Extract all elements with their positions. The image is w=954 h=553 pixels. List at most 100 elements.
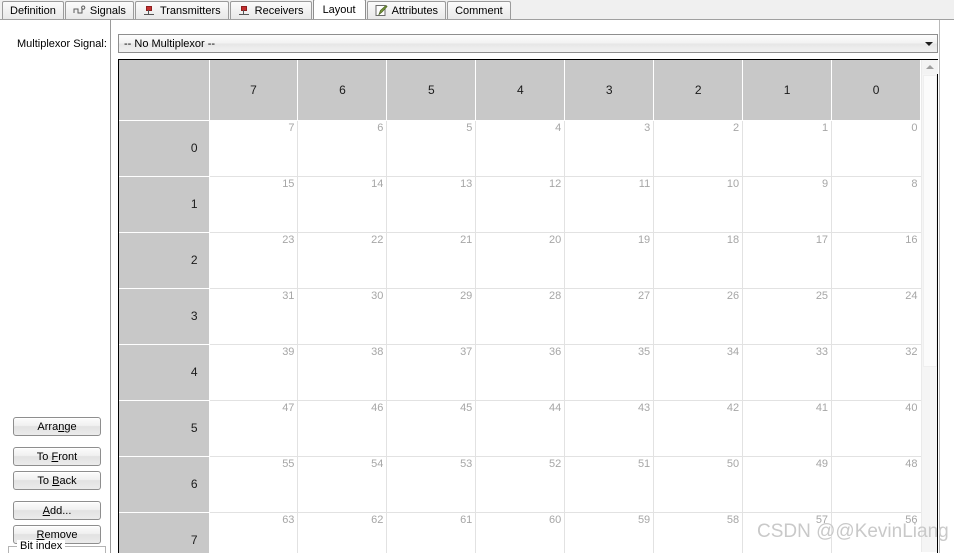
bit-cell-28[interactable]: 28 bbox=[475, 288, 566, 345]
bit-cell-8[interactable]: 8 bbox=[831, 176, 921, 233]
bit-cell-46[interactable]: 46 bbox=[297, 400, 388, 457]
tab-signals[interactable]: Signals bbox=[64, 1, 134, 19]
bit-cell-52[interactable]: 52 bbox=[475, 456, 566, 513]
bit-layout-grid[interactable]: 7 6 5 4 3 2 1 0 0 7 6 5 4 3 2 1 0 1 15 14 13 12 11 10 9 8… bbox=[118, 59, 938, 553]
add-button[interactable]: Add... bbox=[13, 501, 101, 520]
bit-cell-47[interactable]: 47 bbox=[209, 400, 299, 457]
tab-receivers[interactable]: Receivers bbox=[229, 1, 312, 19]
bit-cell-29[interactable]: 29 bbox=[386, 288, 477, 345]
bit-cell-18[interactable]: 18 bbox=[653, 232, 744, 289]
bit-cell-37[interactable]: 37 bbox=[386, 344, 477, 401]
bit-cell-56[interactable]: 56 bbox=[831, 512, 921, 553]
bit-cell-26[interactable]: 26 bbox=[653, 288, 744, 345]
bit-cell-62[interactable]: 62 bbox=[297, 512, 388, 553]
bit-cell-32[interactable]: 32 bbox=[831, 344, 921, 401]
row-header-5[interactable]: 5 bbox=[119, 400, 210, 457]
bit-cell-15[interactable]: 15 bbox=[209, 176, 299, 233]
bit-cell-3[interactable]: 3 bbox=[564, 120, 655, 177]
bit-cell-14[interactable]: 14 bbox=[297, 176, 388, 233]
bit-cell-42[interactable]: 42 bbox=[653, 400, 744, 457]
row-header-0[interactable]: 0 bbox=[119, 120, 210, 177]
bit-cell-33[interactable]: 33 bbox=[742, 344, 833, 401]
to-back-button[interactable]: To Back bbox=[13, 471, 101, 490]
pencil-note-icon bbox=[375, 4, 388, 17]
column-header-4[interactable]: 4 bbox=[475, 60, 566, 121]
column-header-0[interactable]: 0 bbox=[831, 60, 921, 121]
bit-cell-35[interactable]: 35 bbox=[564, 344, 655, 401]
bit-cell-4[interactable]: 4 bbox=[475, 120, 566, 177]
bit-cell-43[interactable]: 43 bbox=[564, 400, 655, 457]
bit-cell-44[interactable]: 44 bbox=[475, 400, 566, 457]
bit-cell-12[interactable]: 12 bbox=[475, 176, 566, 233]
bit-cell-19[interactable]: 19 bbox=[564, 232, 655, 289]
column-header-2[interactable]: 2 bbox=[653, 60, 744, 121]
bit-cell-9[interactable]: 9 bbox=[742, 176, 833, 233]
chevron-down-icon[interactable] bbox=[921, 35, 937, 52]
bit-cell-13[interactable]: 13 bbox=[386, 176, 477, 233]
bit-cell-17[interactable]: 17 bbox=[742, 232, 833, 289]
bit-cell-45[interactable]: 45 bbox=[386, 400, 477, 457]
bit-cell-22[interactable]: 22 bbox=[297, 232, 388, 289]
bit-cell-60[interactable]: 60 bbox=[475, 512, 566, 553]
bit-cell-51[interactable]: 51 bbox=[564, 456, 655, 513]
bit-cell-48[interactable]: 48 bbox=[831, 456, 921, 513]
bit-cell-39[interactable]: 39 bbox=[209, 344, 299, 401]
column-header-6[interactable]: 6 bbox=[297, 60, 388, 121]
bit-cell-63[interactable]: 63 bbox=[209, 512, 299, 553]
multiplexor-signal-combobox[interactable]: -- No Multiplexor -- bbox=[118, 34, 938, 53]
bit-cell-20[interactable]: 20 bbox=[475, 232, 566, 289]
grid-vertical-scrollbar[interactable] bbox=[921, 60, 938, 552]
arrange-button[interactable]: Arrange bbox=[13, 417, 101, 436]
row-header-2[interactable]: 2 bbox=[119, 232, 210, 289]
tab-definition[interactable]: Definition bbox=[2, 1, 64, 19]
bit-cell-41[interactable]: 41 bbox=[742, 400, 833, 457]
table-row: 6 55 54 53 52 51 50 49 48 bbox=[119, 456, 921, 513]
bit-cell-11[interactable]: 11 bbox=[564, 176, 655, 233]
row-header-4[interactable]: 4 bbox=[119, 344, 210, 401]
bit-cell-53[interactable]: 53 bbox=[386, 456, 477, 513]
bit-cell-36[interactable]: 36 bbox=[475, 344, 566, 401]
bit-cell-50[interactable]: 50 bbox=[653, 456, 744, 513]
bit-cell-57[interactable]: 57 bbox=[742, 512, 833, 553]
bit-cell-30[interactable]: 30 bbox=[297, 288, 388, 345]
to-front-button[interactable]: To Front bbox=[13, 447, 101, 466]
column-header-7[interactable]: 7 bbox=[209, 60, 299, 121]
column-header-3[interactable]: 3 bbox=[564, 60, 655, 121]
bit-cell-23[interactable]: 23 bbox=[209, 232, 299, 289]
bit-cell-31[interactable]: 31 bbox=[209, 288, 299, 345]
bit-cell-25[interactable]: 25 bbox=[742, 288, 833, 345]
tab-layout[interactable]: Layout bbox=[312, 0, 366, 19]
column-header-1[interactable]: 1 bbox=[742, 60, 833, 121]
bit-cell-1[interactable]: 1 bbox=[742, 120, 833, 177]
bit-cell-59[interactable]: 59 bbox=[564, 512, 655, 553]
bit-cell-38[interactable]: 38 bbox=[297, 344, 388, 401]
bit-cell-2[interactable]: 2 bbox=[653, 120, 744, 177]
bit-cell-10[interactable]: 10 bbox=[653, 176, 744, 233]
bit-index-groupbox: Bit index bbox=[8, 540, 106, 553]
bit-cell-55[interactable]: 55 bbox=[209, 456, 299, 513]
bit-cell-16[interactable]: 16 bbox=[831, 232, 921, 289]
bit-cell-27[interactable]: 27 bbox=[564, 288, 655, 345]
row-header-6[interactable]: 6 bbox=[119, 456, 210, 513]
row-header-7[interactable]: 7 bbox=[119, 512, 210, 553]
bit-cell-34[interactable]: 34 bbox=[653, 344, 744, 401]
row-header-1[interactable]: 1 bbox=[119, 176, 210, 233]
tab-attributes[interactable]: Attributes bbox=[366, 1, 447, 19]
scrollbar-thumb[interactable] bbox=[923, 75, 937, 367]
bit-cell-6[interactable]: 6 bbox=[297, 120, 388, 177]
scroll-up-button[interactable] bbox=[922, 60, 938, 74]
bit-cell-21[interactable]: 21 bbox=[386, 232, 477, 289]
bit-cell-40[interactable]: 40 bbox=[831, 400, 921, 457]
tab-comment[interactable]: Comment bbox=[447, 1, 511, 19]
bit-cell-5[interactable]: 5 bbox=[386, 120, 477, 177]
tab-transmitters[interactable]: Transmitters bbox=[134, 1, 229, 19]
bit-cell-61[interactable]: 61 bbox=[386, 512, 477, 553]
bit-cell-0[interactable]: 0 bbox=[831, 120, 921, 177]
bit-cell-49[interactable]: 49 bbox=[742, 456, 833, 513]
bit-cell-58[interactable]: 58 bbox=[653, 512, 744, 553]
row-header-3[interactable]: 3 bbox=[119, 288, 210, 345]
column-header-5[interactable]: 5 bbox=[386, 60, 477, 121]
bit-cell-54[interactable]: 54 bbox=[297, 456, 388, 513]
bit-cell-24[interactable]: 24 bbox=[831, 288, 921, 345]
bit-cell-7[interactable]: 7 bbox=[209, 120, 299, 177]
